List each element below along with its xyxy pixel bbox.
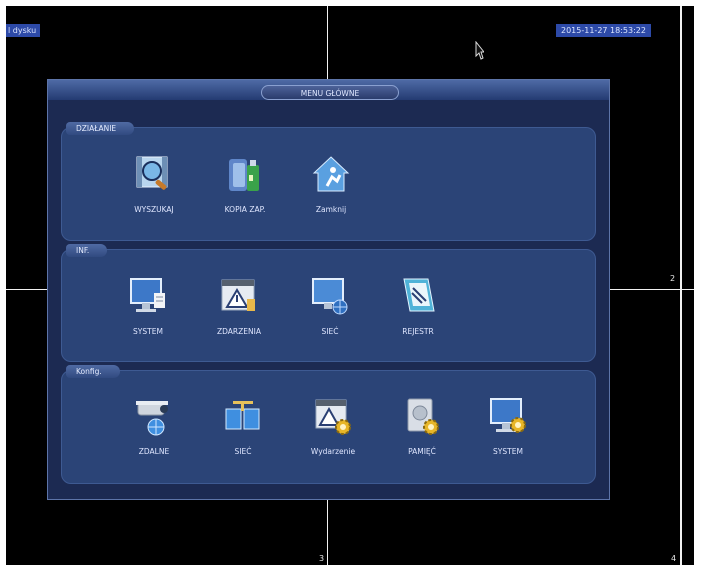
channel-number-3: 3 [319, 554, 325, 563]
screen-right-border [680, 6, 682, 565]
menu-item-label: ZDARZENIA [217, 327, 261, 336]
menu-item-label: Zamknij [315, 205, 347, 214]
menu-item-label: SYSTEM [493, 447, 523, 456]
menu-item-label: REJESTR [402, 327, 434, 336]
menu-item-label: PAMIĘĆ [408, 447, 436, 456]
menu-item-network-info[interactable]: SIEĆ [294, 275, 366, 345]
search-video-icon [136, 156, 168, 190]
menu-item-search[interactable]: WYSZUKAJ [118, 153, 190, 223]
section-info: INF. SYSTEM ZDARZENIA SIEĆ REJESTR [61, 244, 596, 362]
video-display: 2 3 4 l dysku 2015-11-27 18:53:22 MENU G… [6, 6, 694, 565]
menu-item-label: Wydarzenie [310, 447, 356, 456]
channel-number-4: 4 [671, 554, 677, 563]
menu-title: MENU GŁÓWNE [261, 85, 399, 100]
network-config-icon [225, 401, 260, 430]
menu-item-remote[interactable]: ZDALNE [118, 395, 190, 465]
menu-item-label: WYSZUKAJ [134, 205, 174, 214]
backup-usb-icon [229, 159, 259, 191]
event-warning-icon [221, 279, 255, 311]
section-operation: DZIAŁANIE WYSZUKAJ KOPIA ZAP. Zamknij [61, 122, 596, 241]
menu-item-events-info[interactable]: ZDARZENIA [203, 275, 275, 345]
menu-item-shutdown[interactable]: Zamknij [295, 153, 367, 223]
menu-item-event-config[interactable]: Wydarzenie [297, 395, 369, 465]
section-label-info: INF. [66, 244, 108, 257]
menu-item-label: ZDALNE [138, 447, 170, 456]
menu-item-label: SYSTEM [133, 327, 163, 336]
remote-camera-icon [136, 401, 168, 436]
log-book-icon [403, 278, 435, 312]
menu-item-log[interactable]: REJESTR [382, 275, 454, 345]
event-gear-icon [315, 399, 351, 435]
section-label-operation: DZIAŁANIE [66, 122, 135, 135]
section-label-config: Konfig. [66, 365, 120, 378]
storage-gear-icon [407, 398, 439, 435]
menu-item-system-config[interactable]: SYSTEM [472, 395, 544, 465]
channel-number-2: 2 [670, 274, 676, 283]
menu-item-storage[interactable]: PAMIĘĆ [386, 395, 458, 465]
menu-item-label: SIEĆ [234, 447, 252, 456]
datetime-display: 2015-11-27 18:53:22 [556, 24, 651, 37]
shutdown-icon [312, 156, 350, 192]
menu-item-label: KOPIA ZAP. [224, 205, 266, 214]
mouse-cursor-icon [475, 41, 484, 60]
menu-item-label: SIEĆ [321, 327, 339, 336]
menu-item-network-config[interactable]: SIEĆ [207, 395, 279, 465]
menu-item-system-info[interactable]: SYSTEM [112, 275, 184, 345]
system-gear-icon [490, 398, 526, 433]
menu-item-backup[interactable]: KOPIA ZAP. [209, 153, 281, 223]
network-globe-icon [312, 278, 348, 315]
section-config: Konfig. ZDALNE SIEĆ Wydarzenie PAMIĘĆ SY… [61, 365, 596, 484]
main-menu-window: MENU GŁÓWNE DZIAŁANIE WYSZUKAJ KOPIA ZAP… [47, 79, 610, 500]
disk-status-label: l dysku [6, 24, 41, 37]
system-info-icon [130, 278, 165, 312]
